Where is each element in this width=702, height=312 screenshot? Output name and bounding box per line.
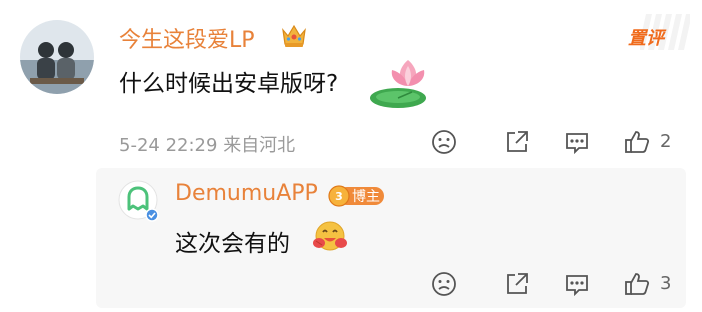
hug-emoji: [312, 218, 348, 254]
commenter-username[interactable]: 今生这段爱LP: [119, 22, 255, 54]
lotus-sticker: [368, 56, 430, 112]
svg-text:3: 3: [335, 190, 343, 203]
like-count: 2: [660, 131, 672, 152]
sad-face-icon[interactable]: [430, 128, 458, 156]
reply-like-count: 3: [660, 273, 672, 294]
reply-username[interactable]: DemumuAPP: [175, 181, 318, 206]
share-icon[interactable]: [503, 270, 531, 298]
reply-text: 这次会有的: [175, 231, 290, 257]
sad-face-icon[interactable]: [430, 270, 458, 298]
blogger-badge-label: 博主: [352, 189, 380, 205]
comment-icon[interactable]: [563, 270, 591, 298]
reply-avatar[interactable]: [118, 180, 160, 222]
crown-icon: [279, 20, 309, 50]
pinned-comment-badge: 置评: [628, 28, 664, 49]
comment-location: 来自河北: [223, 135, 296, 156]
comment-meta: 5-24 22:29 来自河北: [119, 131, 295, 157]
comment-text: 什么时候出安卓版呀?: [119, 71, 339, 97]
comment-icon[interactable]: [563, 128, 591, 156]
commenter-avatar[interactable]: [20, 20, 94, 94]
comment-timestamp: 5-24 22:29: [119, 135, 218, 156]
share-icon[interactable]: [503, 128, 531, 156]
thumbs-up-icon[interactable]: [623, 270, 651, 298]
thumbs-up-icon[interactable]: [623, 128, 651, 156]
blogger-badge: 3 博主: [328, 184, 384, 208]
